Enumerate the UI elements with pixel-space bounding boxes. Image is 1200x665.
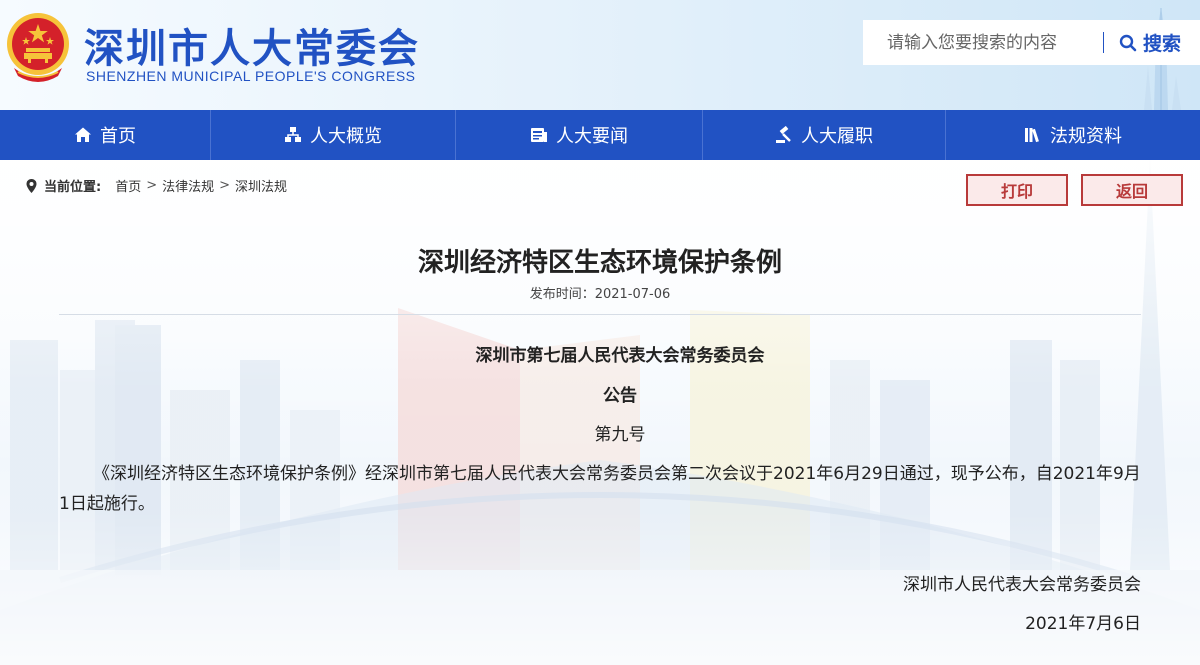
- search-box: 搜索: [863, 20, 1200, 65]
- nav-item-label: 首页: [100, 126, 136, 147]
- national-emblem-icon: [7, 13, 69, 82]
- back-button[interactable]: 返回: [1081, 174, 1183, 206]
- breadcrumb-home[interactable]: 首页: [115, 176, 141, 195]
- breadcrumb: 当前位置: 首页 > 法律法规 > 深圳法规: [26, 176, 287, 195]
- location-pin-icon: [26, 178, 37, 193]
- nav-item-regulations[interactable]: 法规资料: [946, 110, 1200, 160]
- issuer-heading: 深圳市第七届人民代表大会常务委员会: [475, 346, 765, 366]
- publish-time: 发布时间：2021-07-06: [529, 287, 671, 302]
- nav-item-home[interactable]: 首页: [0, 110, 211, 160]
- nav-item-label: 法规资料: [1050, 126, 1122, 147]
- article-body: 《深圳经济特区生态环境保护条例》经深圳市第七届人民代表大会常务委员会第二次会议于…: [59, 464, 1141, 514]
- notice-number: 第九号: [594, 425, 646, 445]
- nav-item-duties[interactable]: 人大履职: [703, 110, 946, 160]
- signature-org: 深圳市人民代表大会常务委员会: [903, 575, 1141, 595]
- books-icon: [1025, 128, 1039, 143]
- site-title[interactable]: 深圳市人大常委会: [84, 16, 420, 74]
- title-divider: [59, 314, 1141, 315]
- search-divider: [1103, 32, 1104, 53]
- search-button-label: 搜索: [1143, 33, 1182, 55]
- article-title: 深圳经济特区生态环境保护条例: [417, 248, 782, 278]
- breadcrumb-label: 当前位置:: [44, 180, 102, 195]
- nav-item-label: 人大要闻: [556, 126, 628, 147]
- nav-item-label: 人大履职: [801, 126, 873, 147]
- main-nav: 首页 人大概览 人大要闻 人大履职 法规资料: [0, 110, 1200, 160]
- nav-item-overview[interactable]: 人大概览: [211, 110, 456, 160]
- search-input[interactable]: [863, 20, 1101, 65]
- search-button[interactable]: 搜索: [1119, 20, 1181, 65]
- nav-item-news[interactable]: 人大要闻: [456, 110, 703, 160]
- breadcrumb-shenzhen-laws[interactable]: 深圳法规: [235, 176, 287, 195]
- site-header: 深圳市人大常委会 SHENZHEN MUNICIPAL PEOPLE'S CON…: [0, 0, 1200, 110]
- site-subtitle: SHENZHEN MUNICIPAL PEOPLE'S CONGRESS: [86, 68, 416, 84]
- home-icon: [75, 127, 91, 142]
- org-chart-icon: [285, 127, 301, 142]
- search-icon: [1119, 34, 1137, 51]
- breadcrumb-laws[interactable]: 法律法规: [162, 176, 214, 195]
- print-button[interactable]: 打印: [966, 174, 1068, 206]
- breadcrumb-separator: >: [146, 178, 158, 193]
- breadcrumb-separator: >: [219, 178, 231, 193]
- gavel-icon: [776, 126, 791, 143]
- nav-item-label: 人大概览: [310, 126, 382, 147]
- news-icon: [531, 128, 547, 142]
- signature-date: 2021年7月6日: [1025, 614, 1141, 634]
- notice-heading: 公告: [603, 386, 637, 406]
